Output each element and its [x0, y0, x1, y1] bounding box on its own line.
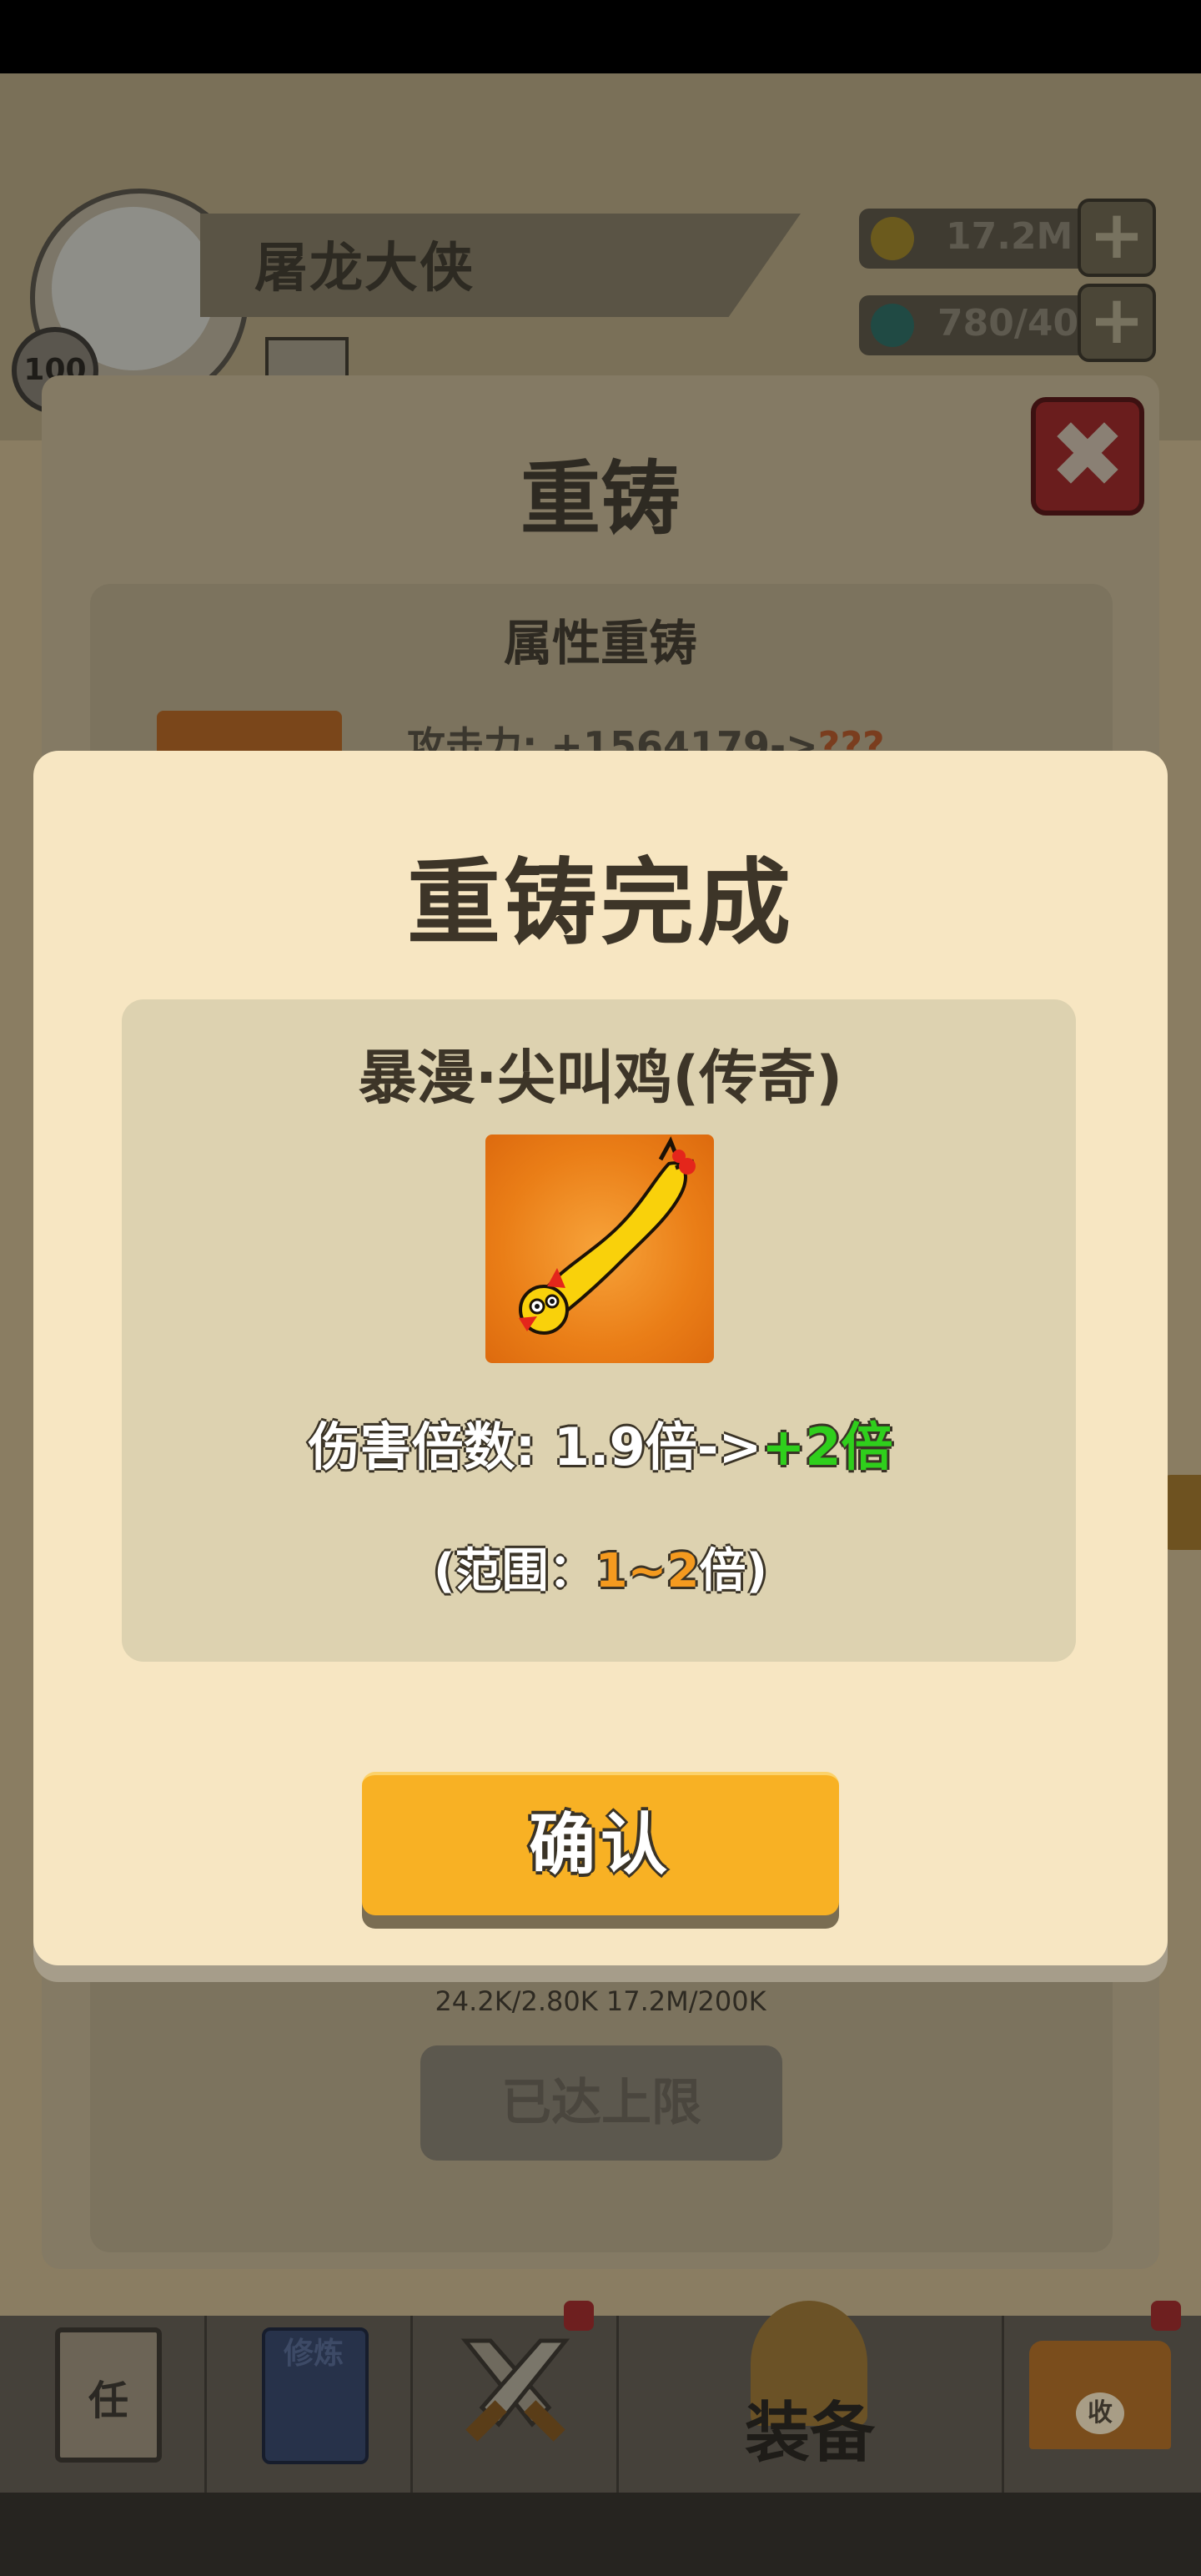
attribute-section-title: 属性重铸	[503, 615, 697, 672]
damage-multiplier: 伤害倍数: 1.9倍->+2倍	[0, 1405, 1201, 1480]
range-min: 1	[595, 1544, 628, 1598]
notification-dot	[1151, 2301, 1181, 2331]
range-open: (范围：	[433, 1544, 595, 1598]
damage-range: (范围：1~2倍)	[0, 1533, 1201, 1601]
add-gold-button[interactable]: +	[1078, 199, 1156, 277]
damage-new: +2倍	[761, 1416, 893, 1477]
status-bar	[0, 0, 1201, 73]
range-max: 2	[666, 1544, 700, 1598]
limit-reached-button[interactable]: 已达上限	[420, 2045, 782, 2161]
item-name: 暴漫·尖叫鸡(传奇)	[358, 1044, 843, 1112]
task-label: 任	[88, 2377, 128, 2424]
confirm-button[interactable]: 确认	[362, 1772, 839, 1915]
cost-stats: 24.2K/2.80K 17.2M/200K	[435, 1985, 766, 2017]
player-name: 屠龙大侠	[254, 238, 475, 299]
rubber-chicken-icon	[485, 1135, 714, 1363]
damage-old: 伤害倍数: 1.9倍->	[308, 1416, 762, 1477]
system-nav-strip	[0, 2493, 1201, 2576]
notification-dot	[564, 2301, 594, 2331]
equip-label: 装备	[744, 2396, 875, 2471]
range-close: 倍)	[699, 1544, 768, 1598]
crossed-swords-icon	[460, 2338, 570, 2442]
range-separator: ~	[627, 1544, 667, 1598]
train-label: 修炼	[283, 2337, 344, 2371]
modal-title: 重铸完成	[407, 849, 794, 958]
gold-coin-icon	[871, 217, 914, 260]
add-gem-button[interactable]: +	[1078, 284, 1156, 362]
close-button[interactable]: ✖	[1031, 397, 1144, 516]
gem-amount: 780/40	[937, 302, 1079, 345]
gem-icon	[871, 304, 914, 347]
reforge-title: 重铸	[520, 452, 681, 546]
gold-amount: 17.2M	[946, 215, 1073, 258]
collect-label: 收	[1076, 2392, 1124, 2434]
close-icon: ✖	[1048, 401, 1127, 508]
